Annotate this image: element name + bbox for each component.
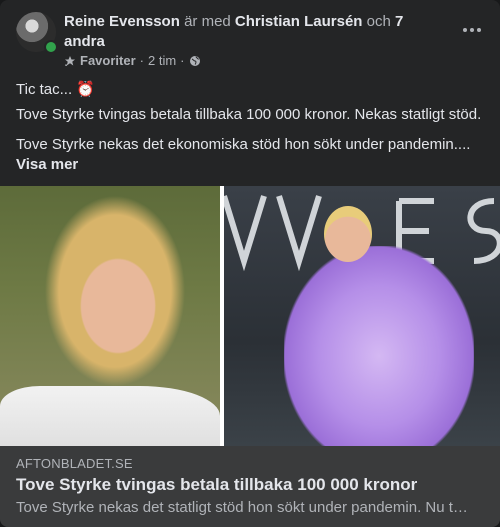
portrait-photo — [0, 186, 220, 446]
see-more-link[interactable]: Visa mer — [16, 155, 78, 175]
post-header: Reine Evensson är med Christian Laursén … — [16, 12, 484, 72]
more-options-icon — [463, 28, 467, 32]
with-text: är med — [184, 13, 231, 30]
post-card: Reine Evensson är med Christian Laursén … — [0, 0, 500, 527]
post-line-3: Tove Styrke nekas det ekonomiska stöd ho… — [16, 136, 471, 153]
meta-separator: · — [139, 53, 144, 68]
post-time[interactable]: 2 tim — [148, 53, 176, 68]
star-icon — [65, 55, 75, 65]
link-domain: AFTONBLADET.SE — [16, 456, 133, 471]
tagged-user[interactable]: Christian Laursén — [235, 13, 363, 30]
more-options-button[interactable] — [460, 22, 484, 38]
link-preview-box[interactable]: AFTONBLADET.SE Tove Styrke tvingas betal… — [0, 446, 500, 527]
link-preview-image[interactable] — [0, 186, 500, 446]
performer-dress — [284, 246, 474, 446]
online-status-dot — [44, 40, 58, 54]
stage-performance-photo — [224, 186, 500, 446]
post-line-2: Tove Styrke tvingas betala tillbaka 100 … — [16, 106, 482, 123]
performer-head — [324, 206, 372, 262]
and-text: och — [366, 13, 391, 30]
link-title[interactable]: Tove Styrke tvingas betala tillbaka 100 … — [16, 475, 417, 495]
meta-separator-2: · — [180, 53, 185, 68]
author-name[interactable]: Reine Evensson — [64, 13, 180, 30]
globe-icon — [189, 55, 200, 66]
post-meta: Favoriter · 2 tim · — [64, 53, 201, 68]
post-line-1: Tic tac... ⏰ — [16, 81, 95, 98]
audience-label[interactable]: Favoriter — [80, 53, 136, 68]
link-description: Tove Styrke nekas det statligt stöd hon … — [16, 499, 468, 516]
